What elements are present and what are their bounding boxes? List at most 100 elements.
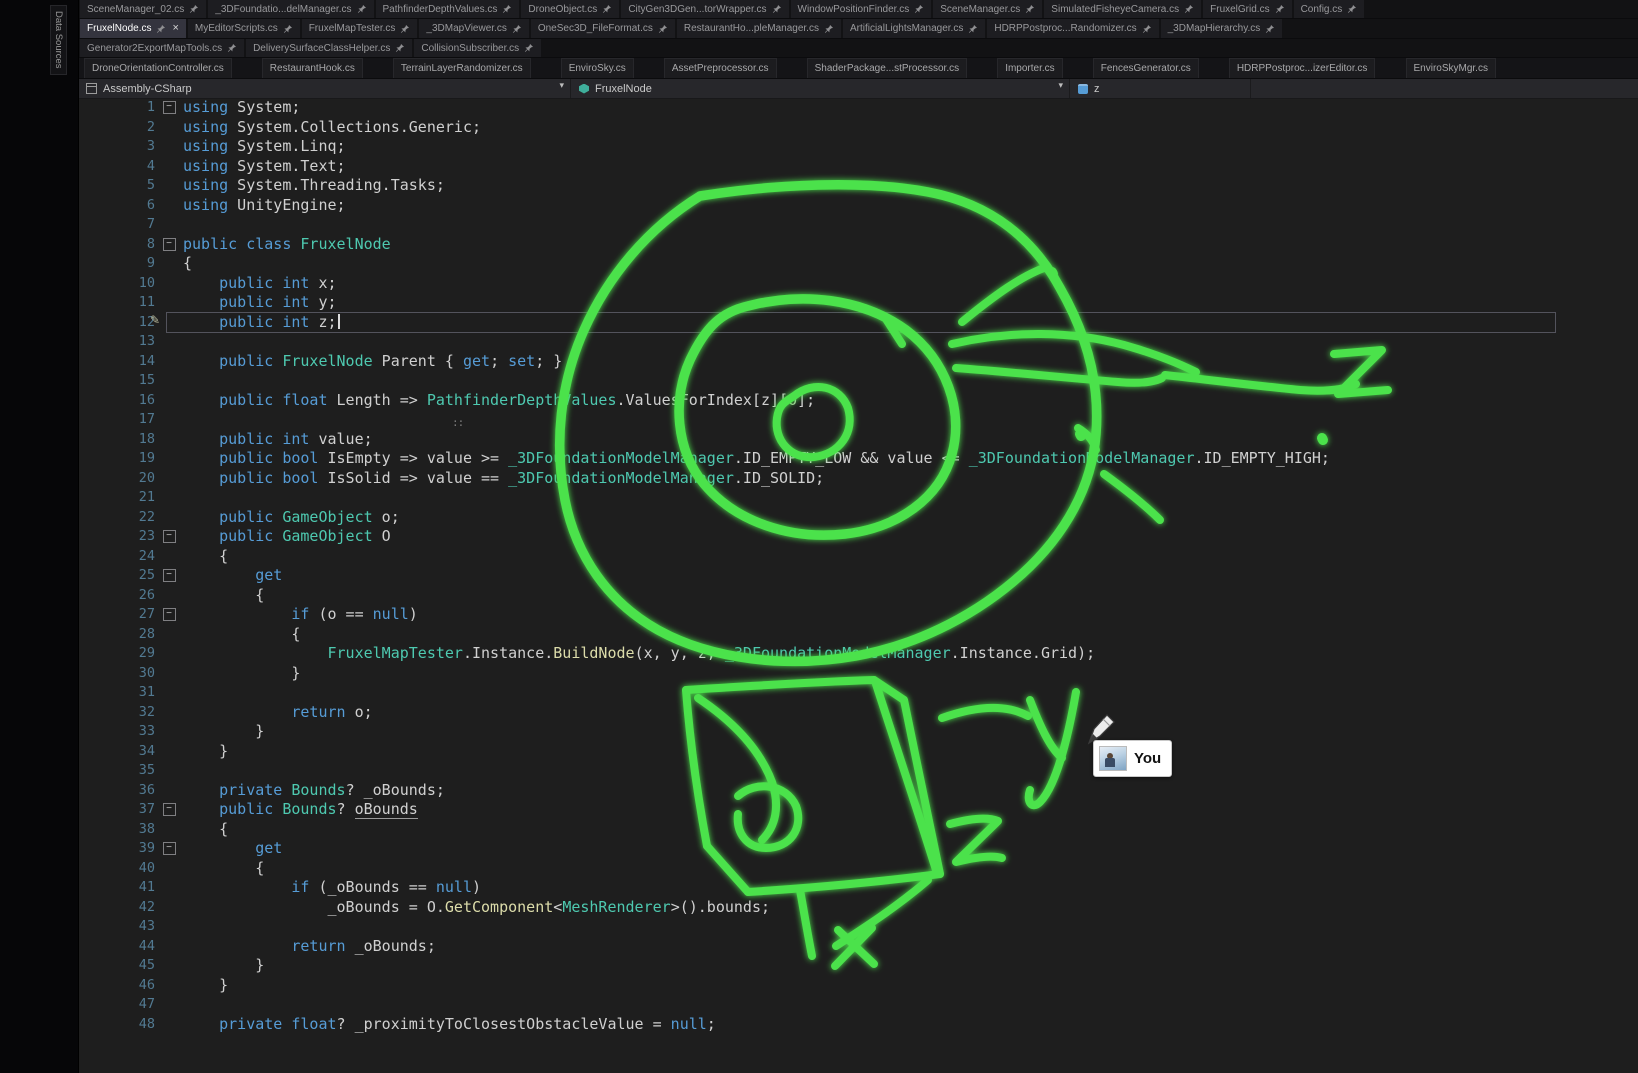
code-line-44[interactable]: 44 return _oBounds; — [78, 937, 1638, 957]
code-line-38[interactable]: 38 { — [78, 820, 1638, 840]
pin-icon[interactable] — [189, 4, 199, 14]
code-line-13[interactable]: 13 — [78, 332, 1638, 352]
code-line-41[interactable]: 41 if (_oBounds == null) — [78, 878, 1638, 898]
pin-icon[interactable] — [968, 24, 978, 34]
pin-icon[interactable] — [524, 43, 534, 53]
member-dropdown[interactable]: z — [1070, 79, 1251, 98]
tab-scenemanager-cs[interactable]: SceneManager.cs — [933, 0, 1042, 18]
tab--3dmaphierarchy-cs[interactable]: _3DMapHierarchy.cs — [1161, 19, 1283, 38]
tab-deliverysurfaceclasshelper-cs[interactable]: DeliverySurfaceClassHelper.cs — [246, 39, 412, 57]
tab-windowpositionfinder-cs[interactable]: WindowPositionFinder.cs — [791, 0, 932, 18]
tab-droneobject-cs[interactable]: DroneObject.cs — [521, 0, 619, 18]
code-line-31[interactable]: 31 — [78, 683, 1638, 703]
code-editor[interactable]: 1−using System;2using System.Collections… — [78, 98, 1638, 1073]
tab-terrainlayerrandomizer-cs[interactable]: TerrainLayerRandomizer.cs — [393, 58, 531, 78]
tab-simulatedfisheyecamera-cs[interactable]: SimulatedFisheyeCamera.cs — [1044, 0, 1201, 18]
code-line-32[interactable]: 32 return o; — [78, 703, 1638, 723]
tab-assetpreprocessor-cs[interactable]: AssetPreprocessor.cs — [664, 58, 777, 78]
pin-icon[interactable] — [156, 24, 166, 34]
fold-toggle-icon[interactable]: − — [163, 569, 176, 582]
tab-envirosky-cs[interactable]: EnviroSky.cs — [561, 58, 634, 78]
tab-generator2exportmaptools-cs[interactable]: Generator2ExportMapTools.cs — [80, 39, 244, 57]
pin-icon[interactable] — [824, 24, 834, 34]
tab-hdrppostproc-izereditor-cs[interactable]: HDRPPostproc...izerEditor.cs — [1229, 58, 1376, 78]
pin-icon[interactable] — [357, 4, 367, 14]
code-line-24[interactable]: 24 { — [78, 547, 1638, 567]
pin-icon[interactable] — [227, 43, 237, 53]
code-line-5[interactable]: 5using System.Threading.Tasks; — [78, 176, 1638, 196]
tab-citygen3dgen-torwrapper-cs[interactable]: CityGen3DGen...torWrapper.cs — [621, 0, 788, 18]
pin-icon[interactable] — [400, 24, 410, 34]
tab-restauranthook-cs[interactable]: RestaurantHook.cs — [262, 58, 363, 78]
tab-hdrppostproc-randomizer-cs[interactable]: HDRPPostproc...Randomizer.cs — [987, 19, 1158, 38]
code-line-25[interactable]: 25− get — [78, 566, 1638, 586]
code-line-29[interactable]: 29 FruxelMapTester.Instance.BuildNode(x,… — [78, 644, 1638, 664]
tab-myeditorscripts-cs[interactable]: MyEditorScripts.cs — [188, 19, 300, 38]
code-line-30[interactable]: 30 } — [78, 664, 1638, 684]
pin-icon[interactable] — [602, 4, 612, 14]
data-sources-tool-tab[interactable]: Data Sources — [50, 5, 67, 75]
type-dropdown[interactable]: FruxelNode ▾ — [571, 79, 1070, 98]
code-line-34[interactable]: 34 } — [78, 742, 1638, 762]
pin-icon[interactable] — [1347, 4, 1357, 14]
code-line-11[interactable]: 11 public int y; — [78, 293, 1638, 313]
code-line-10[interactable]: 10 public int x; — [78, 274, 1638, 294]
tab-config-cs[interactable]: Config.cs — [1294, 0, 1365, 18]
code-line-20[interactable]: 20 public bool IsSolid => value == _3DFo… — [78, 469, 1638, 489]
code-line-4[interactable]: 4using System.Text; — [78, 157, 1638, 177]
code-line-17[interactable]: 17 — [78, 410, 1638, 430]
tab-importer-cs[interactable]: Importer.cs — [997, 58, 1062, 78]
tab-artificiallightsmanager-cs[interactable]: ArtificialLightsManager.cs — [843, 19, 985, 38]
tab-droneorientationcontroller-cs[interactable]: DroneOrientationController.cs — [84, 58, 232, 78]
code-line-1[interactable]: 1−using System; — [78, 98, 1638, 118]
project-dropdown[interactable]: Assembly-CSharp ▾ — [78, 79, 571, 98]
fold-toggle-icon[interactable]: − — [163, 803, 176, 816]
code-line-33[interactable]: 33 } — [78, 722, 1638, 742]
code-line-46[interactable]: 46 } — [78, 976, 1638, 996]
code-line-6[interactable]: 6using UnityEngine; — [78, 196, 1638, 216]
code-line-12[interactable]: 12 public int z; — [78, 313, 1638, 333]
pin-icon[interactable] — [1265, 24, 1275, 34]
code-line-43[interactable]: 43 — [78, 917, 1638, 937]
pin-icon[interactable] — [512, 24, 522, 34]
tab-collisionsubscriber-cs[interactable]: CollisionSubscriber.cs — [414, 39, 541, 57]
tab-pathfinderdepthvalues-cs[interactable]: PathfinderDepthValues.cs — [376, 0, 520, 18]
pin-icon[interactable] — [1275, 4, 1285, 14]
code-line-45[interactable]: 45 } — [78, 956, 1638, 976]
code-line-18[interactable]: 18 public int value; — [78, 430, 1638, 450]
pin-icon[interactable] — [772, 4, 782, 14]
code-line-40[interactable]: 40 { — [78, 859, 1638, 879]
tab-fruxelgrid-cs[interactable]: FruxelGrid.cs — [1203, 0, 1291, 18]
pin-icon[interactable] — [658, 24, 668, 34]
code-line-2[interactable]: 2using System.Collections.Generic; — [78, 118, 1638, 138]
code-line-48[interactable]: 48 private float? _proximityToClosestObs… — [78, 1015, 1638, 1035]
code-line-22[interactable]: 22 public GameObject o; — [78, 508, 1638, 528]
tab-fencesgenerator-cs[interactable]: FencesGenerator.cs — [1093, 58, 1199, 78]
pin-icon[interactable] — [395, 43, 405, 53]
tab-enviroskymgr-cs[interactable]: EnviroSkyMgr.cs — [1406, 58, 1496, 78]
code-line-3[interactable]: 3using System.Linq; — [78, 137, 1638, 157]
fold-toggle-icon[interactable]: − — [163, 842, 176, 855]
code-line-35[interactable]: 35 — [78, 761, 1638, 781]
code-line-36[interactable]: 36 private Bounds? _oBounds; — [78, 781, 1638, 801]
pin-icon[interactable] — [1142, 24, 1152, 34]
code-line-7[interactable]: 7 — [78, 215, 1638, 235]
pin-icon[interactable] — [1025, 4, 1035, 14]
code-line-26[interactable]: 26 { — [78, 586, 1638, 606]
code-line-39[interactable]: 39− get — [78, 839, 1638, 859]
tab-fruxelnode-cs[interactable]: FruxelNode.cs× — [80, 19, 186, 38]
tab-scenemanager-02-cs[interactable]: SceneManager_02.cs — [80, 0, 206, 18]
code-line-28[interactable]: 28 { — [78, 625, 1638, 645]
code-line-8[interactable]: 8−public class FruxelNode — [78, 235, 1638, 255]
tab-restaurantho-plemanager-cs[interactable]: RestaurantHo...pleManager.cs — [677, 19, 841, 38]
code-line-14[interactable]: 14 public FruxelNode Parent { get; set; … — [78, 352, 1638, 372]
fold-toggle-icon[interactable]: − — [163, 530, 176, 543]
tab-shaderpackage-stprocessor-cs[interactable]: ShaderPackage...stProcessor.cs — [807, 58, 968, 78]
code-line-16[interactable]: 16 public float Length => PathfinderDept… — [78, 391, 1638, 411]
tab--3dmapviewer-cs[interactable]: _3DMapViewer.cs — [419, 19, 528, 38]
close-icon[interactable]: × — [172, 23, 178, 34]
code-line-42[interactable]: 42 _oBounds = O.GetComponent<MeshRendere… — [78, 898, 1638, 918]
pin-icon[interactable] — [502, 4, 512, 14]
code-line-37[interactable]: 37− public Bounds? oBounds — [78, 800, 1638, 820]
code-line-9[interactable]: 9{ — [78, 254, 1638, 274]
